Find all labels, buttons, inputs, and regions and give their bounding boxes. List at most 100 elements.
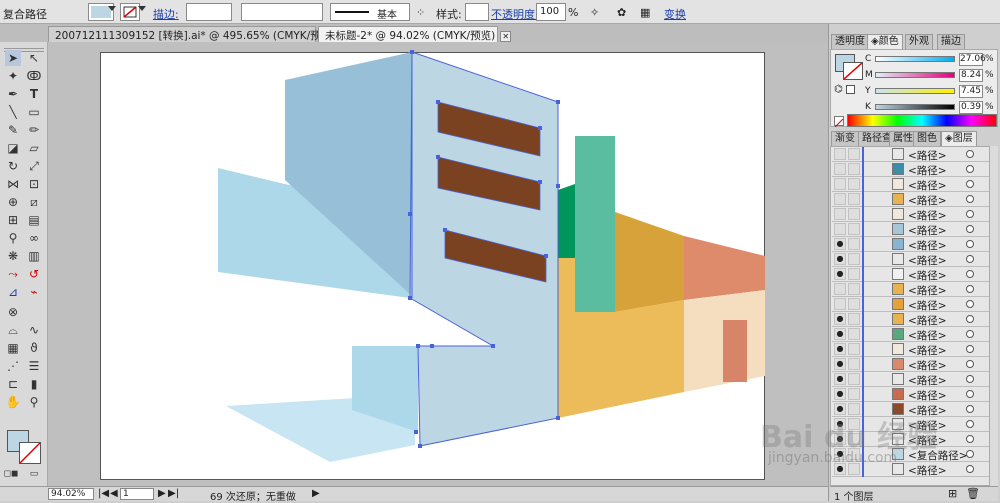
lock-toggle[interactable] [848,373,860,385]
eye-icon[interactable]: ● [834,238,846,250]
chevron-down-icon[interactable] [138,6,146,11]
column-graph-icon[interactable]: ▥ [26,248,42,264]
eye-icon[interactable] [834,148,846,160]
layer-row[interactable]: <路径> [832,207,990,222]
zoom-field[interactable]: 94.02% [48,488,94,500]
layer-row[interactable]: <路径> [832,147,990,162]
lock-toggle[interactable] [848,178,860,190]
status-menu-icon[interactable]: ▶ [312,488,320,499]
canvas-area[interactable] [48,42,828,486]
layer-row[interactable]: <路径> [832,222,990,237]
paintbrush-icon[interactable]: ✎ [5,122,21,138]
black-value[interactable]: 0.39 [959,101,983,114]
target-icon[interactable] [966,300,974,308]
eye-icon[interactable] [834,208,846,220]
eye-icon[interactable]: ● [834,358,846,370]
tab-graphic-styles[interactable]: 图色 [913,131,941,146]
target-icon[interactable] [966,345,974,353]
eye-icon[interactable]: ● [834,268,846,280]
scale-icon[interactable]: ⤢ [26,158,42,174]
live-paint-select-icon[interactable]: ↺ [26,266,42,282]
layer-row[interactable]: ● <路径> [832,327,990,342]
eyedropper-icon[interactable]: ⚲ [5,230,21,246]
layer-row[interactable]: ● <路径> [832,237,990,252]
target-icon[interactable] [966,465,974,473]
layer-row[interactable]: ● <路径> [832,387,990,402]
lock-toggle[interactable] [848,283,860,295]
lock-toggle[interactable] [848,238,860,250]
hand-icon[interactable]: ✋ [5,394,21,410]
lock-toggle[interactable] [848,343,860,355]
slice-icon[interactable]: ⌁ [26,284,42,300]
layer-row[interactable]: <路径> [832,162,990,177]
perspective-grid-icon[interactable]: ⧄ [26,194,42,210]
target-icon[interactable] [966,195,974,203]
layer-row[interactable]: <路径> [832,282,990,297]
eye-icon[interactable]: ● [834,343,846,355]
first-page-icon[interactable]: |◀ [98,488,109,499]
page-field[interactable]: 1 [120,488,154,500]
warp-icon[interactable]: ⌓ [5,322,21,338]
wave-icon[interactable]: ∿ [26,322,42,338]
layer-row[interactable]: <路径> [832,192,990,207]
twirl-icon[interactable]: ϑ [26,340,42,356]
eye-icon[interactable]: ● [834,373,846,385]
gradient-icon[interactable]: ▤ [26,212,42,228]
brush-definition-field[interactable]: 基本 [330,3,410,21]
artboard-icon[interactable]: ⊿ [5,284,21,300]
web-safe-icon[interactable] [846,85,855,94]
eye-icon[interactable] [834,223,846,235]
layer-row[interactable]: ● <路径> [832,312,990,327]
eye-icon[interactable]: ● [834,388,846,400]
lock-toggle[interactable] [848,328,860,340]
magenta-value[interactable]: 8.24 [959,69,983,82]
graphic-style-field[interactable] [465,3,489,21]
target-icon[interactable] [966,435,974,443]
screen-mode-icon[interactable]: ▭ [26,466,42,482]
cyan-value[interactable]: 27.06 [959,53,986,66]
target-icon[interactable] [966,225,974,233]
layer-row[interactable]: ● <路径> [832,372,990,387]
eraser-icon[interactable]: ▱ [26,140,42,156]
lock-toggle[interactable] [848,148,860,160]
lock-toggle[interactable] [848,193,860,205]
live-paint-icon[interactable]: ⤳ [5,266,21,282]
target-icon[interactable] [966,165,974,173]
align-icon[interactable]: ▦ [640,6,650,19]
chevron-down-icon[interactable] [108,6,116,11]
yellow-slider[interactable] [875,88,955,94]
target-icon[interactable] [966,240,974,248]
layer-row[interactable]: ● <路径> [832,252,990,267]
align-left-icon[interactable]: ☰ [26,358,42,374]
shape-builder-icon[interactable]: ⊕ [5,194,21,210]
line-icon[interactable]: ╲ [5,104,21,120]
align-stroke-icon[interactable]: ⁘ [416,6,425,19]
tab-appearance[interactable]: 外观 [905,34,933,49]
recolor-icon[interactable]: ✧ [590,6,599,19]
gear-icon[interactable]: ✿ [617,6,626,19]
layer-row[interactable]: ● <路径> [832,357,990,372]
stroke-color-box[interactable] [19,442,41,464]
lock-toggle[interactable] [848,298,860,310]
eye-icon[interactable]: ● [834,253,846,265]
lasso-icon[interactable]: ↂ [26,68,42,84]
target-icon[interactable] [966,270,974,278]
pen-icon[interactable]: ✒ [5,86,21,102]
stroke-swatch[interactable] [120,3,140,21]
eye-icon[interactable] [834,163,846,175]
target-icon[interactable] [966,450,974,458]
target-icon[interactable] [966,315,974,323]
panel-stroke-swatch[interactable] [843,62,863,80]
free-transform-icon[interactable]: ⊡ [26,176,42,192]
variable-width-field[interactable] [241,3,323,21]
tab-stroke[interactable]: 描边 [937,34,965,49]
lock-toggle[interactable] [848,208,860,220]
target-icon[interactable] [966,210,974,218]
layer-row[interactable]: <路径> [832,177,990,192]
illustration[interactable] [48,42,828,486]
none-swatch[interactable] [834,116,844,128]
trash-icon[interactable]: 🗑 [966,487,980,500]
target-icon[interactable] [966,180,974,188]
target-icon[interactable] [966,330,974,338]
cyan-slider[interactable] [875,56,955,62]
